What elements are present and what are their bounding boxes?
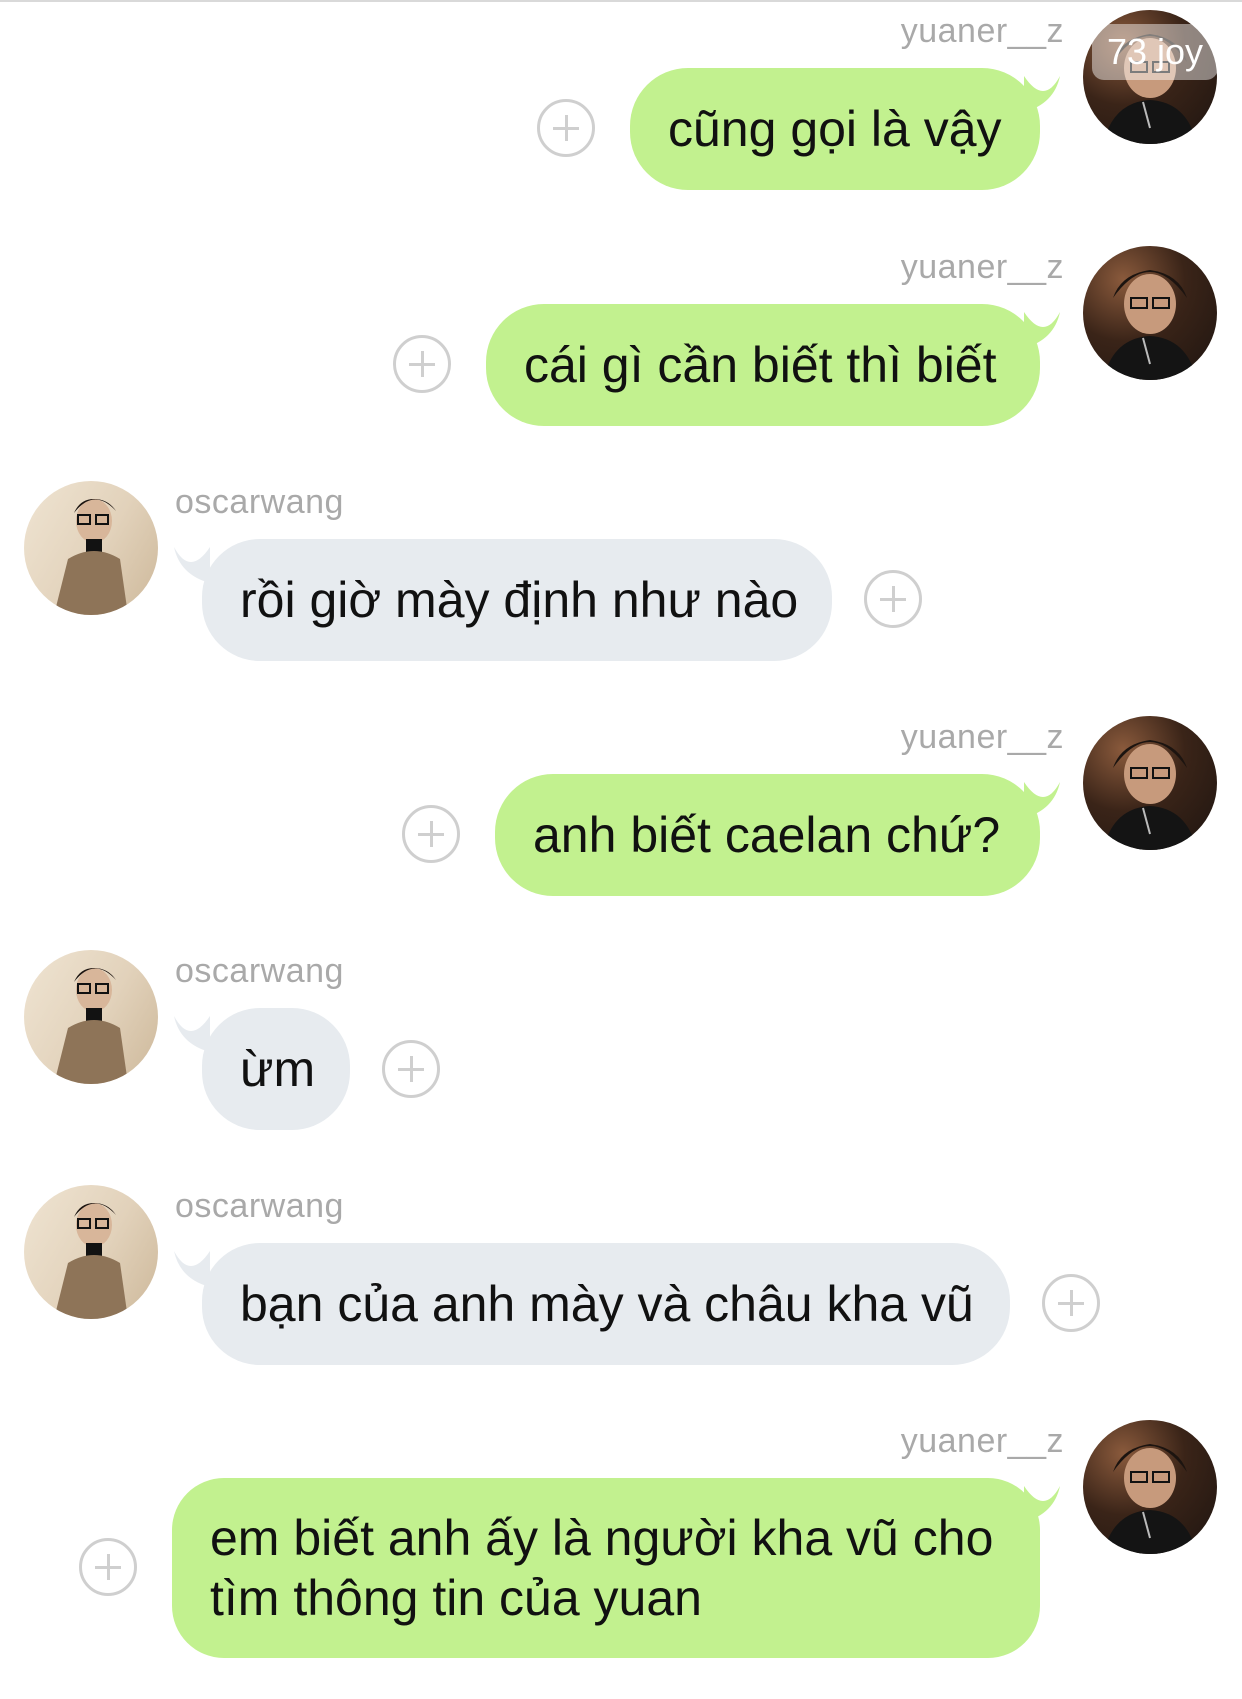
sender-name: oscarwang — [175, 483, 344, 521]
message-bubble[interactable]: anh biết caelan chứ? — [495, 774, 1040, 896]
avatar[interactable] — [1083, 716, 1217, 850]
sender-name: yuaner__z — [900, 248, 1064, 286]
overlay-badge: 73 joy — [1092, 24, 1218, 80]
add-reaction-icon[interactable] — [1042, 1274, 1100, 1332]
add-reaction-icon[interactable] — [393, 335, 451, 393]
message-text: cũng gọi là vậy — [668, 101, 1002, 157]
message-text: anh biết caelan chứ? — [533, 807, 1001, 863]
add-reaction-icon[interactable] — [79, 1538, 137, 1596]
message-text-line: em biết anh ấy là người kha vũ cho — [210, 1510, 994, 1566]
message-text: cái gì cần biết thì biết — [524, 337, 997, 393]
sender-name: yuaner__z — [900, 718, 1064, 756]
sender-name: oscarwang — [175, 952, 344, 990]
add-reaction-icon[interactable] — [402, 805, 460, 863]
message-bubble[interactable]: bạn của anh mày và châu kha vũ — [202, 1243, 1010, 1365]
add-reaction-icon[interactable] — [382, 1040, 440, 1098]
add-reaction-icon[interactable] — [537, 99, 595, 157]
sender-name: yuaner__z — [900, 1422, 1064, 1460]
message-text: bạn của anh mày và châu kha vũ — [240, 1276, 974, 1332]
sender-name: yuaner__z — [900, 12, 1064, 50]
avatar[interactable] — [1083, 246, 1217, 380]
avatar[interactable] — [24, 1185, 158, 1319]
message-bubble[interactable]: ừm — [202, 1008, 350, 1130]
avatar[interactable] — [24, 481, 158, 615]
message-bubble[interactable]: rồi giờ mày định như nào — [202, 539, 832, 661]
message-bubble[interactable]: cái gì cần biết thì biết — [486, 304, 1040, 426]
top-divider — [0, 0, 1242, 2]
avatar[interactable] — [24, 950, 158, 1084]
message-text: ừm — [240, 1041, 316, 1097]
message-text-line: tìm thông tin của yuan — [210, 1570, 702, 1626]
avatar[interactable] — [1083, 1420, 1217, 1554]
add-reaction-icon[interactable] — [864, 570, 922, 628]
message-bubble[interactable]: em biết anh ấy là người kha vũ cho tìm t… — [172, 1478, 1040, 1658]
message-bubble[interactable]: cũng gọi là vậy — [630, 68, 1040, 190]
message-text: rồi giờ mày định như nào — [240, 572, 799, 628]
sender-name: oscarwang — [175, 1187, 344, 1225]
